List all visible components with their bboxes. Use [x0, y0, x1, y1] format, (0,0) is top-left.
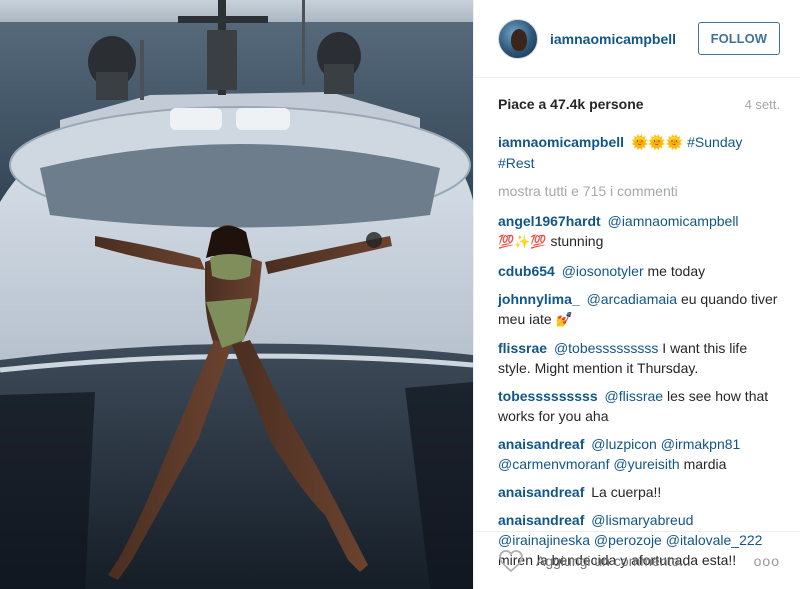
comment-username[interactable]: cdub654	[498, 263, 555, 279]
heart-outline-icon[interactable]	[498, 549, 524, 573]
comment-username[interactable]: anaisandreaf	[498, 512, 584, 528]
comment-username[interactable]: flissrae	[498, 340, 547, 356]
comment-item: tobesssssssss @flissrae les see how that…	[498, 386, 780, 426]
add-comment-input[interactable]	[536, 552, 754, 569]
sun-emoji: 🌞🌞🌞	[630, 135, 684, 151]
caption-username[interactable]: iamnaomicampbell	[498, 134, 624, 150]
ellipsis-icon[interactable]: ooo	[754, 553, 780, 569]
avatar[interactable]	[498, 18, 538, 59]
comment-item: johnnylima_ @arcadiamaia eu quando tiver…	[498, 289, 780, 330]
likes-count[interactable]: Piace a 47.4k persone	[498, 96, 644, 112]
nail-polish-emoji: 💅	[555, 312, 574, 328]
photo-image	[0, 0, 473, 589]
comment-username[interactable]: tobesssssssss	[498, 388, 598, 404]
comment-text: mardia	[683, 456, 727, 472]
comment-username[interactable]: anaisandreaf	[498, 436, 584, 452]
comment-footer: ooo	[474, 531, 800, 589]
follow-button[interactable]: FOLLOW	[697, 22, 780, 55]
hundred-emoji: 💯✨💯	[498, 235, 547, 250]
comment-list: iamnaomicampbell 🌞🌞🌞 #Sunday #Rest mostr…	[474, 132, 800, 570]
comment-item: anaisandreaf La cuerpa!!	[498, 482, 780, 502]
comment-mention[interactable]: @iosonotyler	[562, 263, 644, 279]
comment-mention[interactable]: @flissrae	[605, 388, 664, 404]
comment-item: cdub654 @iosonotyler me today	[498, 261, 780, 281]
post-meta: Piace a 47.4k persone 4 sett.	[474, 78, 800, 130]
post-time[interactable]: 4 sett.	[745, 97, 780, 112]
comment-mention[interactable]: @arcadiamaia	[587, 291, 677, 307]
comment-text: stunning	[550, 233, 604, 249]
comment-item: angel1967hardt @iamnaomicampbell 💯✨💯 stu…	[498, 211, 780, 253]
post-panel: iamnaomicampbell FOLLOW Piace a 47.4k pe…	[473, 0, 800, 589]
comment-mention[interactable]: @tobesssssssss	[554, 340, 658, 356]
comment-mention[interactable]: @iamnaomicampbell	[608, 213, 739, 229]
comment-text: me today	[647, 263, 706, 279]
comment-username[interactable]: anaisandreaf	[498, 484, 584, 500]
comment-item: anaisandreaf @luzpicon @irmakpn81 @carme…	[498, 434, 780, 474]
comment-text: La cuerpa!!	[591, 484, 662, 500]
caption: iamnaomicampbell 🌞🌞🌞 #Sunday #Rest	[498, 132, 780, 173]
post-view: iamnaomicampbell FOLLOW Piace a 47.4k pe…	[0, 0, 800, 589]
post-photo[interactable]	[0, 0, 473, 589]
post-header: iamnaomicampbell FOLLOW	[474, 0, 800, 78]
comment-item: flissrae @tobesssssssss I want this life…	[498, 338, 780, 378]
comment-username[interactable]: angel1967hardt	[498, 213, 601, 229]
show-all-comments-link[interactable]: mostra tutti e 715 i commenti	[498, 181, 780, 201]
header-username[interactable]: iamnaomicampbell	[550, 31, 698, 47]
comment-username[interactable]: johnnylima_	[498, 291, 580, 307]
